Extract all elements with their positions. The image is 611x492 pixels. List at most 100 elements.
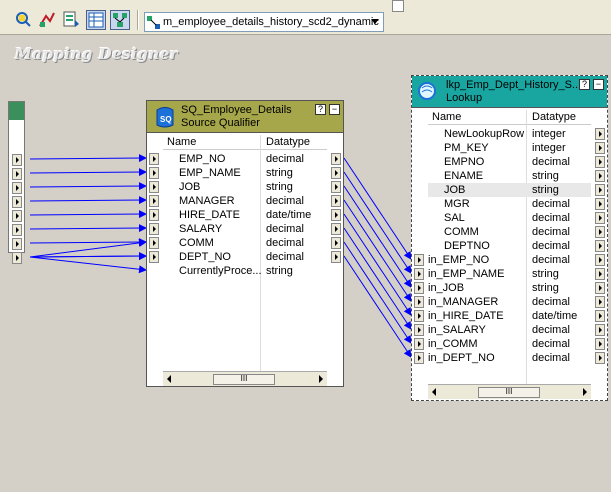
mapping-designer-icon[interactable] <box>110 10 130 30</box>
port-row[interactable]: in_COMM decimal <box>428 337 591 351</box>
input-port-icon[interactable] <box>149 251 159 263</box>
target-designer-icon[interactable] <box>38 10 58 30</box>
scroll-thumb[interactable]: III <box>213 374 275 385</box>
output-port-icon[interactable] <box>12 154 22 166</box>
port-row[interactable]: NewLookupRow integer <box>428 127 591 141</box>
output-port-icon[interactable] <box>595 268 605 280</box>
scroll-left-icon[interactable] <box>432 388 436 396</box>
port-row[interactable]: EMPNO decimal <box>428 155 591 169</box>
help-icon[interactable]: ? <box>315 104 326 115</box>
port-row[interactable]: COMM decimal <box>428 225 591 239</box>
output-port-icon[interactable] <box>595 324 605 336</box>
input-port-icon[interactable] <box>414 282 424 294</box>
output-port-icon[interactable] <box>331 237 341 249</box>
output-port-icon[interactable] <box>595 254 605 266</box>
mapping-select-dropdown[interactable]: m_employee_details_history_scd2_dynamic <box>144 12 384 32</box>
port-row[interactable]: in_MANAGER decimal <box>428 295 591 309</box>
port-row[interactable]: JOB string <box>163 180 327 194</box>
source-qualifier-header[interactable]: SQ SQ_Employee_Details Source Qualifier … <box>147 101 343 133</box>
input-port-icon[interactable] <box>414 352 424 364</box>
output-port-icon[interactable] <box>12 182 22 194</box>
output-port-icon[interactable] <box>595 352 605 364</box>
port-row[interactable]: in_EMP_NAME string <box>428 267 591 281</box>
input-port-icon[interactable] <box>149 237 159 249</box>
output-port-icon[interactable] <box>595 156 605 168</box>
lookup-transformation[interactable]: lkp_Emp_Dept_History_S... Lookup ? − Nam… <box>411 75 608 401</box>
output-port-icon[interactable] <box>595 170 605 182</box>
link-source-to-sq[interactable] <box>29 168 147 177</box>
output-port-icon[interactable] <box>595 212 605 224</box>
link-source-to-sq[interactable] <box>29 238 147 258</box>
input-port-icon[interactable] <box>414 338 424 350</box>
output-port-icon[interactable] <box>595 226 605 238</box>
minimize-icon[interactable]: − <box>593 79 604 90</box>
link-source-to-sq[interactable] <box>29 224 147 233</box>
port-row[interactable]: ENAME string <box>428 169 591 183</box>
port-row[interactable]: in_EMP_NO decimal <box>428 253 591 267</box>
source-qualifier-transformation[interactable]: SQ SQ_Employee_Details Source Qualifier … <box>146 100 344 387</box>
output-port-icon[interactable] <box>595 282 605 294</box>
output-port-icon[interactable] <box>331 181 341 193</box>
input-port-icon[interactable] <box>414 296 424 308</box>
input-port-icon[interactable] <box>149 195 159 207</box>
link-source-to-sq[interactable] <box>29 182 147 191</box>
output-port-icon[interactable] <box>595 142 605 154</box>
input-port-icon[interactable] <box>414 254 424 266</box>
link-source-to-sq[interactable] <box>29 252 147 261</box>
output-port-icon[interactable] <box>331 223 341 235</box>
input-port-icon[interactable] <box>149 153 159 165</box>
output-port-icon[interactable] <box>331 153 341 165</box>
input-port-icon[interactable] <box>149 181 159 193</box>
port-row[interactable]: EMP_NAME string <box>163 166 327 180</box>
input-port-icon[interactable] <box>414 324 424 336</box>
link-source-to-sq[interactable] <box>29 154 147 163</box>
port-row[interactable]: SAL decimal <box>428 211 591 225</box>
lookup-header[interactable]: lkp_Emp_Dept_History_S... Lookup ? − <box>412 76 607 108</box>
port-row[interactable]: SALARY decimal <box>163 222 327 236</box>
scroll-right-icon[interactable] <box>583 388 587 396</box>
port-row[interactable]: MGR decimal <box>428 197 591 211</box>
link-source-to-sq[interactable] <box>29 196 147 205</box>
port-row[interactable]: JOB string <box>428 183 591 197</box>
chevron-down-icon[interactable] <box>371 19 379 24</box>
transformation-developer-icon[interactable] <box>62 10 82 30</box>
port-row[interactable]: MANAGER decimal <box>163 194 327 208</box>
output-port-icon[interactable] <box>595 338 605 350</box>
mapplet-designer-icon[interactable] <box>86 10 106 30</box>
horizontal-scrollbar[interactable]: III <box>428 384 591 399</box>
port-row[interactable]: EMP_NO decimal <box>163 152 327 166</box>
scroll-thumb[interactable]: III <box>478 387 540 398</box>
port-row[interactable]: PM_KEY integer <box>428 141 591 155</box>
mapping-canvas[interactable]: Mapping Designer − SQ SQ_Employee_Detail… <box>0 35 611 492</box>
output-port-icon[interactable] <box>595 128 605 140</box>
port-row[interactable]: in_DEPT_NO decimal <box>428 351 591 365</box>
scroll-left-icon[interactable] <box>167 375 171 383</box>
link-source-to-sq[interactable] <box>29 256 147 274</box>
output-port-icon[interactable] <box>595 310 605 322</box>
output-port-icon[interactable] <box>331 195 341 207</box>
source-analyzer-icon[interactable] <box>14 10 34 30</box>
port-row[interactable]: HIRE_DATE date/time <box>163 208 327 222</box>
port-row[interactable]: DEPT_NO decimal <box>163 250 327 264</box>
input-port-icon[interactable] <box>149 167 159 179</box>
link-source-to-sq[interactable] <box>29 238 147 247</box>
output-port-icon[interactable] <box>595 184 605 196</box>
output-port-icon[interactable] <box>12 168 22 180</box>
port-row[interactable]: DEPTNO decimal <box>428 239 591 253</box>
scroll-right-icon[interactable] <box>319 375 323 383</box>
input-port-icon[interactable] <box>414 310 424 322</box>
link-sq-to-lookup[interactable] <box>343 199 412 302</box>
output-port-icon[interactable] <box>12 252 22 264</box>
input-port-icon[interactable] <box>149 209 159 221</box>
output-port-icon[interactable] <box>331 251 341 263</box>
output-port-icon[interactable] <box>12 196 22 208</box>
source-definition[interactable]: − <box>8 101 25 264</box>
help-icon[interactable]: ? <box>579 79 590 90</box>
link-sq-to-lookup[interactable] <box>343 213 412 316</box>
port-row[interactable]: in_HIRE_DATE date/time <box>428 309 591 323</box>
output-port-icon[interactable] <box>12 238 22 250</box>
output-port-icon[interactable] <box>12 224 22 236</box>
input-port-icon[interactable] <box>414 268 424 280</box>
output-port-icon[interactable] <box>331 209 341 221</box>
output-port-icon[interactable] <box>331 167 341 179</box>
